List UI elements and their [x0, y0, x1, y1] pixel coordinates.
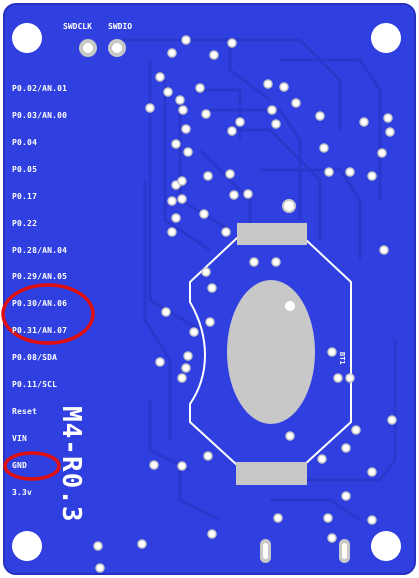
pin-label-3v3: 3.3v [12, 488, 33, 497]
pin-label-p0-08: P0.08/SDA [12, 353, 58, 362]
slot-hole-right [342, 543, 347, 559]
slot-hole-left [263, 543, 268, 559]
pin-label-p0-30: P0.30/AN.06 [12, 299, 68, 308]
pin-label-p0-22: P0.22 [12, 219, 38, 228]
swdclk-label: SWDCLK [63, 22, 92, 31]
swdio-label: SWDIO [108, 22, 133, 31]
pin-label-p0-11: P0.11/SCL [12, 380, 58, 389]
pin-label-p0-04: P0.04 [12, 138, 38, 147]
pin-label-gnd: GND [12, 461, 28, 470]
battery-reference-label: BT1 [338, 352, 346, 365]
swdclk-pad-hole [83, 43, 93, 53]
large-via-1 [282, 199, 296, 213]
battery-pad-via [285, 301, 295, 311]
mounting-hole-top-right [371, 23, 401, 53]
large-via-2 [163, 87, 173, 97]
pin-label-p0-02: P0.02/AN.01 [12, 84, 68, 93]
swdio-pad-hole [112, 43, 122, 53]
pin-label-p0-17: P0.17 [12, 192, 38, 201]
pin-label-p0-05: P0.05 [12, 165, 38, 174]
battery-contact-top [237, 223, 307, 245]
mounting-hole-bottom-right [371, 531, 401, 561]
battery-contact-bottom [236, 462, 307, 485]
board-revision-title: M4-R0.3 [56, 406, 86, 523]
mounting-hole-top-left [12, 23, 42, 53]
pin-label-p0-03: P0.03/AN.00 [12, 111, 68, 120]
mounting-hole-bottom-left [12, 531, 42, 561]
pin-label-p0-29: P0.29/AN.05 [12, 272, 68, 281]
pin-label-p0-31: P0.31/AN.07 [12, 326, 68, 335]
battery-pad-center [227, 280, 315, 424]
pin-label-reset: Reset [12, 407, 38, 416]
pin-label-vin: VIN [12, 434, 28, 443]
pin-label-p0-28: P0.28/AN.04 [12, 246, 68, 255]
